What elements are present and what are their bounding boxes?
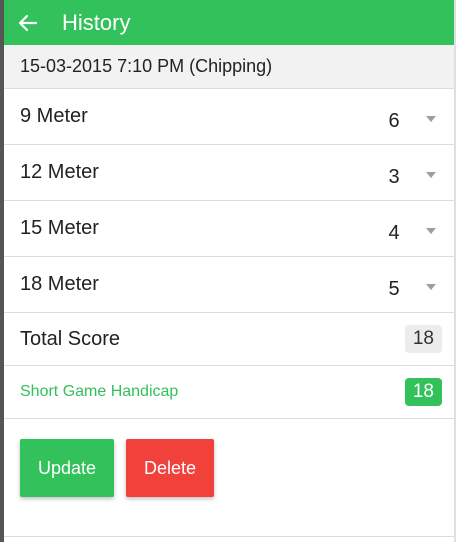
divider — [4, 536, 454, 537]
distance-label: 18 Meter — [20, 273, 99, 295]
history-screen: History 15-03-2015 7:10 PM (Chipping) 9 … — [0, 0, 456, 542]
delete-button[interactable]: Delete — [126, 439, 214, 497]
score-select-15m[interactable]: 4 — [374, 201, 454, 256]
handicap-label: Short Game Handicap — [20, 383, 179, 400]
distance-row-15m: 15 Meter 4 — [4, 201, 454, 257]
score-value: 4 — [388, 222, 400, 244]
handicap-row: Short Game Handicap 18 — [4, 366, 454, 419]
distance-label: 15 Meter — [20, 217, 99, 239]
distance-label: 12 Meter — [20, 161, 99, 183]
arrow-left-icon — [18, 14, 38, 31]
action-bar: Update Delete — [4, 419, 454, 497]
chevron-down-icon — [426, 115, 436, 122]
distance-row-18m: 18 Meter 5 — [4, 257, 454, 313]
handicap-badge: 18 — [404, 378, 442, 406]
total-score-row: Total Score 18 — [4, 313, 454, 366]
score-select-12m[interactable]: 3 — [374, 145, 454, 200]
chevron-down-icon — [426, 227, 436, 234]
session-header: 15-03-2015 7:10 PM (Chipping) — [4, 45, 454, 89]
total-score-badge: 18 — [404, 325, 442, 353]
chevron-down-icon — [426, 283, 436, 290]
app-bar: History — [4, 0, 454, 45]
score-select-9m[interactable]: 6 — [374, 89, 454, 144]
page-title: History — [62, 9, 131, 35]
total-score-label: Total Score — [20, 327, 121, 350]
score-value: 3 — [388, 166, 400, 188]
chevron-down-icon — [426, 171, 436, 178]
update-button[interactable]: Update — [20, 439, 114, 497]
distance-row-9m: 9 Meter 6 — [4, 89, 454, 145]
score-value: 5 — [388, 278, 400, 300]
distance-row-12m: 12 Meter 3 — [4, 145, 454, 201]
back-button[interactable] — [10, 0, 46, 45]
score-value: 6 — [388, 110, 400, 132]
score-select-18m[interactable]: 5 — [374, 257, 454, 312]
distance-label: 9 Meter — [20, 105, 88, 127]
